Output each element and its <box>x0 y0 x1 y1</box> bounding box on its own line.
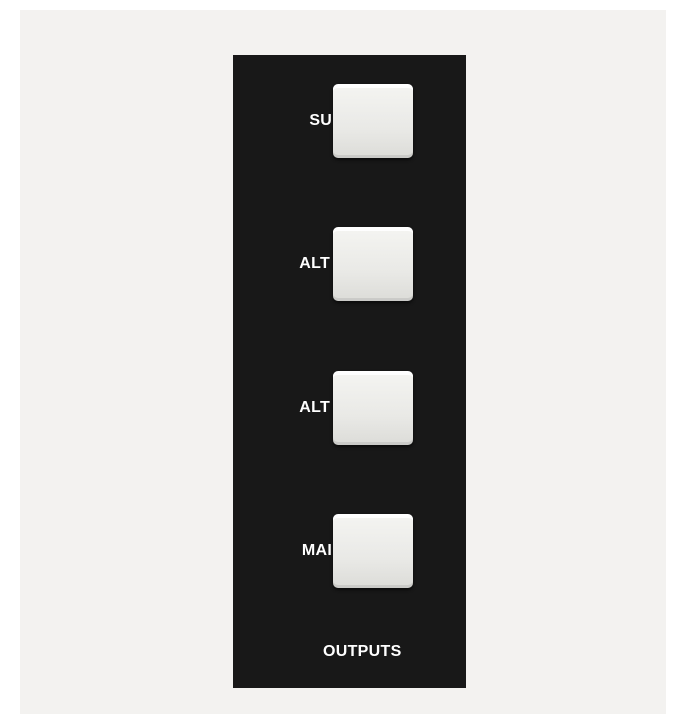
output-row-sub: SUB <box>233 84 466 158</box>
output-row-alt2: ALT 2 <box>233 227 466 301</box>
alt1-output-button[interactable] <box>333 371 413 445</box>
output-row-main: MAIN <box>233 514 466 588</box>
output-row-alt1: ALT 1 <box>233 371 466 445</box>
alt2-output-button[interactable] <box>333 227 413 301</box>
outputs-panel: SUB ALT 2 ALT 1 MAIN OUTPUTS <box>233 55 466 688</box>
outputs-section-label: OUTPUTS <box>323 643 402 660</box>
main-output-button[interactable] <box>333 514 413 588</box>
sub-output-button[interactable] <box>333 84 413 158</box>
